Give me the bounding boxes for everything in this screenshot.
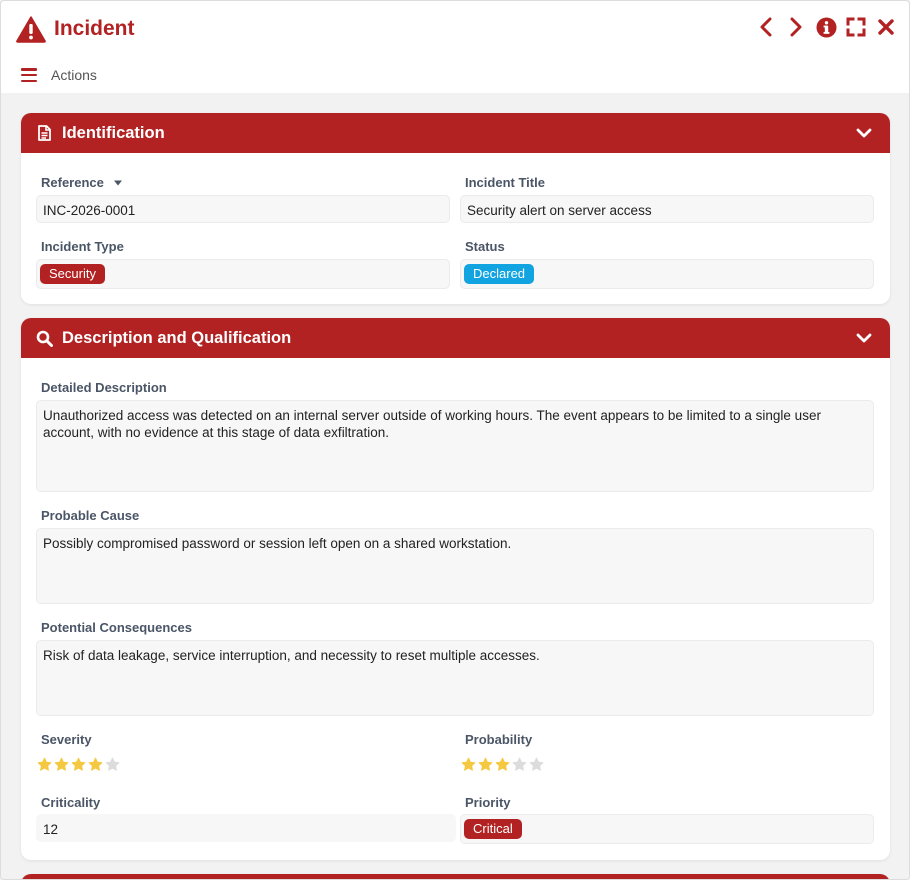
info-icon[interactable]	[815, 14, 837, 40]
description-panel-header[interactable]: Description and Qualification	[21, 318, 890, 358]
status-field[interactable]: Declared	[460, 259, 874, 289]
incident-type-label: Incident Type	[41, 239, 124, 254]
priority-label: Priority	[465, 795, 511, 810]
incident-title-label: Incident Title	[465, 175, 545, 190]
chevron-right-icon[interactable]	[785, 14, 807, 40]
criticality-label: Criticality	[41, 795, 101, 810]
reference-field[interactable]: INC-2026-0001	[36, 195, 450, 223]
star-icon[interactable]	[88, 757, 103, 772]
identification-title: Identification	[62, 123, 165, 142]
caret-down-icon[interactable]	[113, 179, 123, 187]
document-icon	[35, 124, 53, 142]
star-icon[interactable]	[37, 757, 52, 772]
fullscreen-icon[interactable]	[845, 14, 867, 40]
detailed-description-label: Detailed Description	[41, 380, 167, 395]
incident-type-badge: Security	[40, 264, 105, 284]
chevron-down-icon[interactable]	[856, 126, 872, 140]
severity-rating[interactable]	[37, 757, 120, 772]
star-icon[interactable]	[71, 757, 86, 772]
star-icon[interactable]	[105, 757, 120, 772]
severity-label: Severity	[41, 732, 92, 747]
star-icon[interactable]	[495, 757, 510, 772]
star-icon[interactable]	[512, 757, 527, 772]
description-title: Description and Qualification	[62, 328, 292, 347]
incident-window: Incident Actions Identification Referenc…	[0, 0, 910, 880]
close-icon[interactable]	[875, 14, 897, 40]
chevron-down-icon[interactable]	[856, 331, 872, 345]
reference-label: Reference	[41, 175, 123, 190]
star-icon[interactable]	[461, 757, 476, 772]
probable-cause-field[interactable]: Possibly compromised password or session…	[36, 528, 874, 604]
menu-bar: Actions	[1, 57, 909, 93]
warning-triangle-icon	[16, 15, 46, 43]
identification-panel-header[interactable]: Identification	[21, 113, 890, 153]
window-title: Incident	[54, 17, 135, 40]
window-actions	[755, 14, 897, 40]
probability-label: Probability	[465, 732, 533, 747]
chevron-left-icon[interactable]	[755, 14, 777, 40]
probable-cause-label: Probable Cause	[41, 508, 140, 523]
detailed-description-field[interactable]: Unauthorized access was detected on an i…	[36, 400, 874, 492]
next-panel-header[interactable]	[21, 874, 890, 879]
potential-consequences-field[interactable]: Risk of data leakage, service interrupti…	[36, 640, 874, 716]
incident-title-field[interactable]: Security alert on server access	[460, 195, 874, 223]
priority-field[interactable]: Critical	[460, 814, 874, 844]
search-icon	[35, 329, 53, 347]
priority-badge: Critical	[464, 819, 522, 839]
star-icon[interactable]	[529, 757, 544, 772]
potential-consequences-label: Potential Consequences	[41, 620, 192, 635]
incident-type-field[interactable]: Security	[36, 259, 450, 289]
actions-menu[interactable]: Actions	[51, 67, 97, 83]
status-label: Status	[465, 239, 505, 254]
status-badge: Declared	[464, 264, 535, 284]
criticality-field: 12	[36, 814, 456, 842]
hamburger-menu-icon[interactable]	[21, 68, 37, 82]
star-icon[interactable]	[54, 757, 69, 772]
star-icon[interactable]	[478, 757, 493, 772]
identification-panel: Identification Reference INC-2026-0001 I…	[21, 113, 890, 304]
probability-rating[interactable]	[461, 757, 544, 772]
description-panel: Description and Qualification Detailed D…	[21, 318, 890, 860]
form-content: Identification Reference INC-2026-0001 I…	[1, 93, 909, 879]
title-bar: Incident	[1, 1, 909, 57]
